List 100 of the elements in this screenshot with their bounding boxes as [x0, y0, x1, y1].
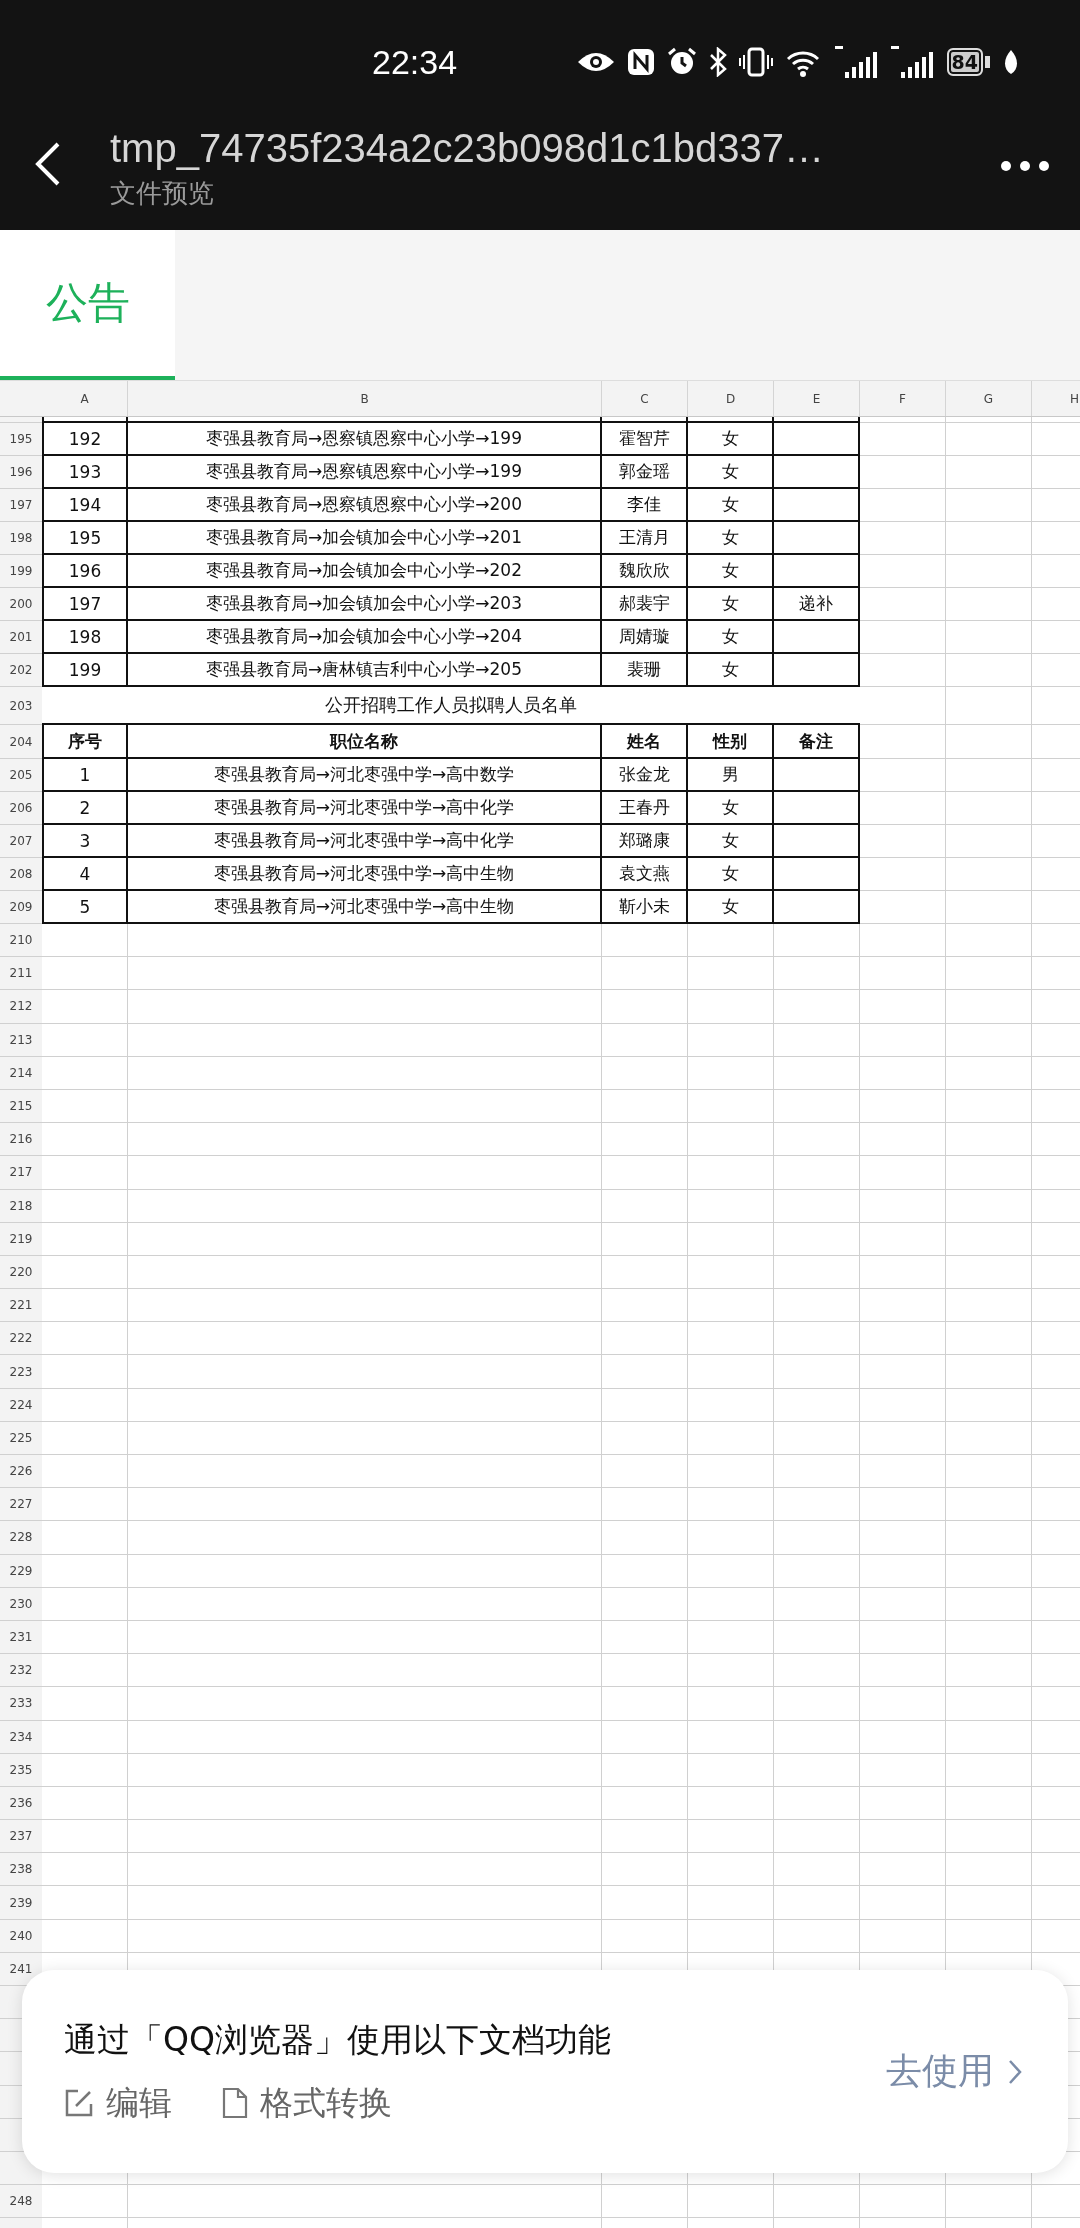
- row-number: 230: [8, 1595, 34, 1613]
- column-header: E: [774, 381, 860, 416]
- row-number: 214: [8, 1064, 34, 1082]
- row-number: 207: [8, 833, 34, 850]
- table-cell: 周婧璇: [602, 621, 688, 654]
- row-number: 223: [8, 1363, 34, 1381]
- edit-icon: [64, 2088, 94, 2118]
- signal-icon: [834, 46, 879, 78]
- file-subtitle: 文件预览: [110, 177, 215, 210]
- row-number: 248: [8, 2193, 34, 2211]
- table-cell: 裴珊: [602, 654, 688, 687]
- row-number: 206: [8, 800, 34, 817]
- table-cell: 袁文燕: [602, 858, 688, 891]
- signal-icon: [890, 46, 935, 78]
- table-cell: 靳小未: [602, 891, 688, 924]
- document-icon: [222, 2087, 248, 2119]
- row-number: 208: [8, 866, 34, 883]
- column-title: 性别: [688, 725, 774, 759]
- table-cell: 郝裴宇: [602, 588, 688, 621]
- table-cell: 郭金瑶: [602, 456, 688, 489]
- table-cell: 李佳: [602, 489, 688, 522]
- row-number: 241: [8, 1960, 34, 1978]
- table-cell: 1: [42, 759, 128, 792]
- table-cell: 5: [42, 891, 128, 924]
- table-cell: 199: [42, 654, 128, 687]
- row-number: 239: [8, 1894, 34, 1912]
- table-cell: 女: [688, 891, 774, 924]
- table-cell: 王春丹: [602, 792, 688, 825]
- table-cell: 195: [42, 522, 128, 555]
- file-title: tmp_74735f234a2c23b098d1c1bd337…: [110, 125, 825, 172]
- table-cell: 女: [688, 654, 774, 687]
- table-cell: 枣强县教育局→唐林镇吉利中心小学→205: [128, 654, 602, 687]
- table-cell: 女: [688, 792, 774, 825]
- table-cell: 枣强县教育局→河北枣强中学→高中化学: [128, 792, 602, 825]
- row-number: 195: [8, 431, 34, 448]
- table-cell: 193: [42, 456, 128, 489]
- table-cell: 2: [42, 792, 128, 825]
- feature-button[interactable]: 编辑: [64, 2080, 172, 2126]
- row-number: 218: [8, 1197, 34, 1215]
- table-cell: 枣强县教育局→河北枣强中学→高中生物: [128, 858, 602, 891]
- table-cell: 枣强县教育局→河北枣强中学→高中数学: [128, 759, 602, 792]
- table-cell: 枣强县教育局→恩察镇恩察中心小学→200: [128, 489, 602, 522]
- row-number: 222: [8, 1330, 34, 1348]
- more-icon[interactable]: [1000, 160, 1050, 172]
- row-number: 209: [8, 899, 34, 916]
- table-cell: 枣强县教育局→恩察镇恩察中心小学→199: [128, 423, 602, 456]
- row-number: 205: [8, 767, 34, 784]
- column-header: F: [860, 381, 946, 416]
- table-cell: 4: [42, 858, 128, 891]
- table-cell: 女: [688, 456, 774, 489]
- table-title: 公开招聘工作人员拟聘人员名单: [42, 687, 860, 725]
- row-number: 203: [8, 697, 34, 715]
- table-cell: 枣强县教育局→加会镇加会中心小学→204: [128, 621, 602, 654]
- use-button[interactable]: 去使用: [886, 2047, 1022, 2096]
- row-number: 197: [8, 497, 34, 514]
- table-cell: 张金龙: [602, 759, 688, 792]
- column-header: G: [946, 381, 1032, 416]
- row-number: 200: [8, 596, 34, 613]
- vibrate-icon: [738, 47, 773, 77]
- table-cell: 女: [688, 489, 774, 522]
- row-number: 234: [8, 1728, 34, 1746]
- column-header: B: [128, 381, 602, 416]
- table-cell: 枣强县教育局→恩察镇恩察中心小学→199: [128, 456, 602, 489]
- banner-message: 通过「QQ浏览器」使用以下文档功能: [64, 2018, 612, 2061]
- eye-icon: [576, 50, 615, 74]
- feature-button[interactable]: 格式转换: [222, 2080, 392, 2126]
- row-number: 202: [8, 662, 34, 679]
- column-title: 备注: [774, 725, 860, 759]
- table-cell: 198: [42, 621, 128, 654]
- table-cell: 枣强县教育局→加会镇加会中心小学→203: [128, 588, 602, 621]
- row-number: 237: [8, 1828, 34, 1846]
- table-cell: 3: [42, 825, 128, 858]
- row-number: 210: [8, 932, 34, 950]
- table-cell: 192: [42, 423, 128, 456]
- row-number: 198: [8, 530, 34, 547]
- table-cell: 王清月: [602, 522, 688, 555]
- row-number: 236: [8, 1794, 34, 1812]
- row-number: 204: [8, 733, 34, 751]
- column-header: A: [42, 381, 128, 416]
- table-cell: 女: [688, 555, 774, 588]
- row-number: 240: [8, 1927, 34, 1945]
- row-number: 228: [8, 1529, 34, 1547]
- row-number: 221: [8, 1297, 34, 1315]
- table-cell: 递补: [774, 588, 860, 621]
- table-cell: 魏欣欣: [602, 555, 688, 588]
- table-cell: 枣强县教育局→河北枣强中学→高中化学: [128, 825, 602, 858]
- column-header: C: [602, 381, 688, 416]
- row-number: 226: [8, 1463, 34, 1481]
- row-number: 196: [8, 464, 34, 481]
- table-cell: 女: [688, 858, 774, 891]
- row-number: 233: [8, 1695, 34, 1713]
- row-number: 219: [8, 1230, 34, 1248]
- column-title: 职位名称: [128, 725, 602, 759]
- row-number: 199: [8, 563, 34, 580]
- row-number: 213: [8, 1031, 34, 1049]
- row-number: 224: [8, 1396, 34, 1414]
- row-number: 238: [8, 1861, 34, 1879]
- status-time: 22:34: [372, 42, 458, 82]
- bluetooth-icon: [708, 47, 727, 77]
- table-cell: 男: [688, 759, 774, 792]
